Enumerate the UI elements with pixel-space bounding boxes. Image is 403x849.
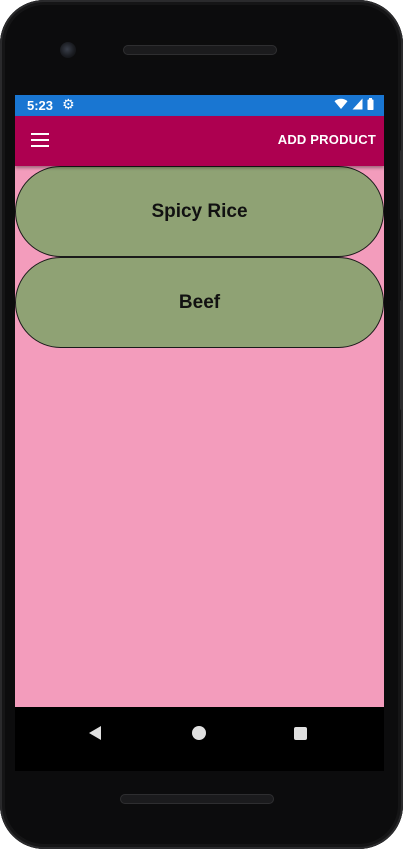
- status-time: 5:23: [27, 98, 54, 113]
- back-icon[interactable]: [89, 726, 101, 740]
- product-item[interactable]: Spicy Rice: [15, 166, 384, 257]
- recents-icon[interactable]: [294, 727, 307, 740]
- gear-icon: ⚙: [62, 96, 75, 112]
- status-icons: [334, 98, 374, 110]
- home-icon[interactable]: [192, 726, 206, 740]
- phone-frame: 5:23 ⚙ ADD PRODUCT Spicy Rice Beef: [0, 0, 403, 849]
- status-bar: 5:23 ⚙: [15, 95, 384, 116]
- navigation-bar: [15, 707, 384, 771]
- signal-icon: [352, 98, 363, 110]
- screen: 5:23 ⚙ ADD PRODUCT Spicy Rice Beef: [15, 95, 384, 771]
- app-bar: ADD PRODUCT: [15, 116, 384, 166]
- earpiece-speaker: [123, 45, 277, 55]
- battery-icon: [367, 98, 374, 110]
- front-camera: [60, 42, 76, 58]
- product-item[interactable]: Beef: [15, 257, 384, 348]
- bottom-speaker: [120, 794, 274, 804]
- add-product-button[interactable]: ADD PRODUCT: [278, 132, 376, 147]
- hamburger-menu-icon[interactable]: [31, 133, 49, 147]
- product-list: Spicy Rice Beef: [15, 166, 384, 707]
- wifi-icon: [334, 98, 348, 109]
